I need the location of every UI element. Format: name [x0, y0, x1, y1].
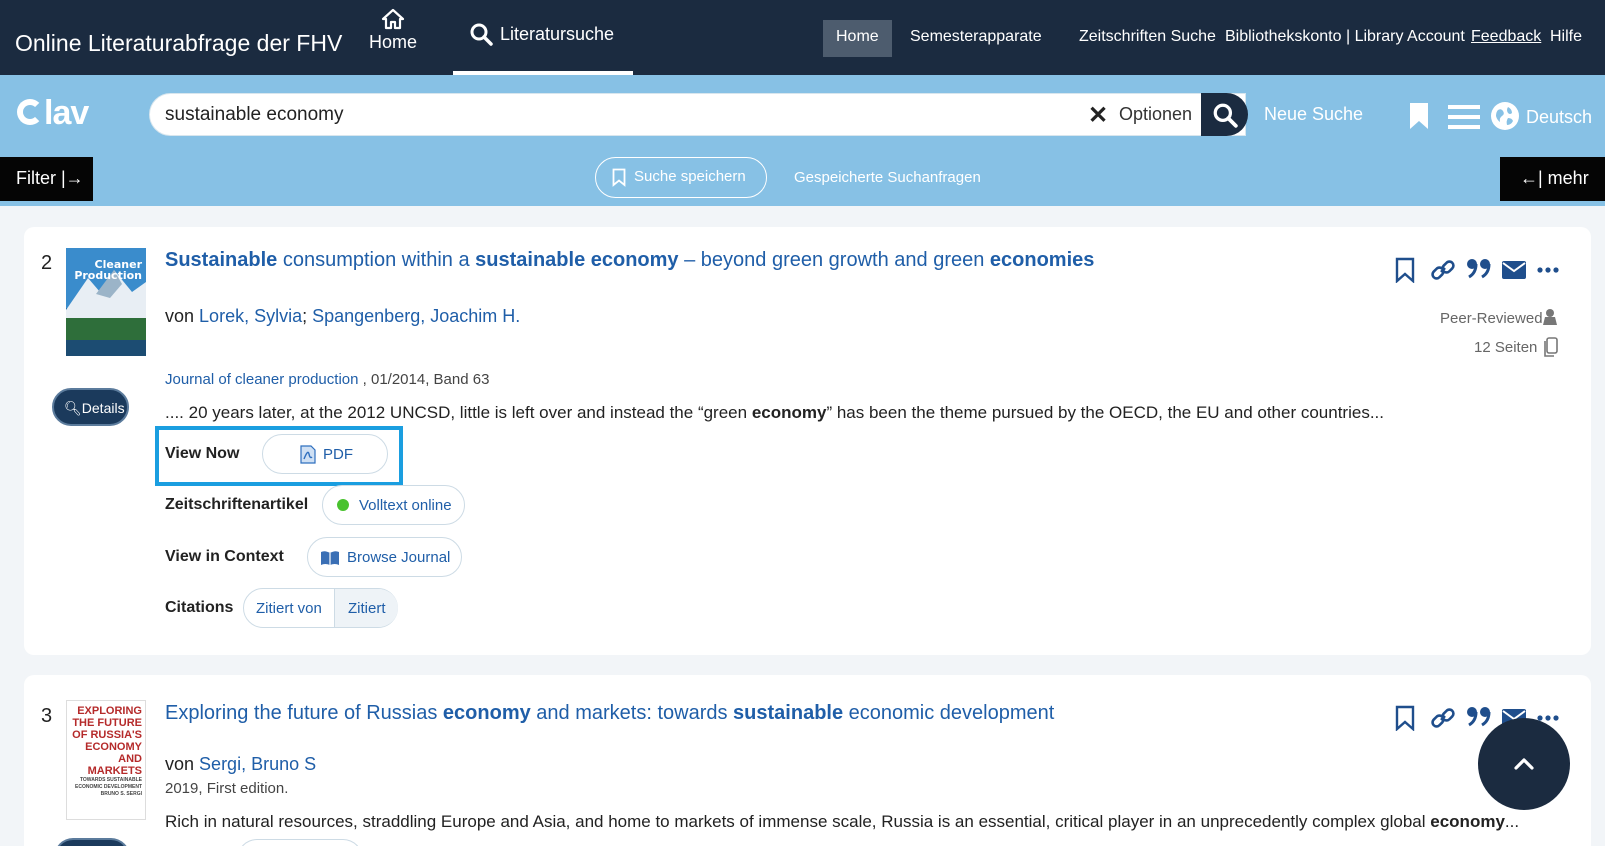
cover-title-line: Production — [74, 269, 142, 282]
title-part: – beyond green growth and green — [678, 249, 990, 271]
source-line: Journal of cleaner production , 01/2014,… — [165, 371, 489, 388]
result-snippet: Rich in natural resources, straddling Eu… — [165, 812, 1520, 831]
saved-searches-link[interactable]: Gespeicherte Suchanfragen — [794, 169, 981, 186]
peer-reviewed-label: Peer-Reviewed — [1440, 310, 1543, 327]
view-now-label: View Now — [165, 445, 240, 462]
new-search-link[interactable]: Neue Suche — [1264, 104, 1363, 125]
issue-info: , 01/2014, Band 63 — [358, 371, 490, 388]
bookmark-icon[interactable] — [1408, 101, 1430, 131]
result-snippet: .... 20 years later, at the 2012 UNCSD, … — [165, 403, 1384, 422]
magnifier-icon: 🔍︎ — [64, 400, 82, 416]
author-link[interactable]: Lorek, Sylvia — [199, 306, 302, 326]
view-in-context-label: View in Context — [165, 548, 284, 565]
citations-group: Zitiert von Zitiert — [243, 588, 398, 628]
cited-by-button[interactable]: Zitiert von — [256, 600, 322, 617]
more-options-icon[interactable] — [1537, 267, 1559, 273]
site-title: Online Literaturabfrage der FHV — [15, 30, 343, 56]
nav-literatursuche[interactable]: Literatursuche — [453, 22, 633, 75]
email-icon[interactable] — [1502, 261, 1526, 279]
author-link[interactable]: Spangenberg, Joachim H. — [312, 306, 520, 326]
cover-image[interactable]: EXPLORING THE FUTURE OF RUSSIA'S ECONOMY… — [66, 700, 146, 820]
details-label: Details — [81, 400, 125, 416]
available-status-icon — [337, 499, 349, 511]
title-part: economy — [442, 702, 531, 724]
chevron-up-icon — [1514, 758, 1534, 770]
pdf-button[interactable] — [237, 839, 363, 846]
pdf-button[interactable]: PDF — [262, 434, 388, 474]
top-link-home[interactable]: Home — [823, 20, 892, 57]
result-title[interactable]: Sustainable consumption within a sustain… — [165, 249, 1094, 272]
pdf-icon — [300, 445, 316, 464]
browse-journal-button[interactable]: Browse Journal — [307, 537, 462, 577]
home-icon — [381, 8, 405, 30]
details-button[interactable]: 🔍︎Details — [52, 388, 129, 426]
pages-label: 12 Seiten — [1474, 339, 1538, 356]
top-link-library-account[interactable]: Bibliothekskonto | Library Account — [1225, 28, 1465, 46]
cites-button[interactable]: Zitiert — [348, 600, 386, 617]
author-link[interactable]: Sergi, Bruno S — [199, 754, 316, 774]
title-part: and markets: towards — [530, 702, 734, 724]
logo-mark-icon — [17, 99, 43, 125]
top-navigation-bar: Online Literaturabfrage der FHV Home Lit… — [0, 0, 1605, 75]
nav-literatursuche-label: Literatursuche — [500, 24, 615, 44]
menu-icon[interactable] — [1448, 104, 1480, 130]
top-link-semesterapparate[interactable]: Semesterapparate — [910, 28, 1042, 46]
title-part: Exploring the future of Russias — [165, 702, 443, 724]
fulltext-online-button[interactable]: Volltext online — [322, 485, 465, 525]
search-icon — [1213, 103, 1238, 128]
result-number: 3 — [41, 705, 53, 727]
pdf-label: PDF — [323, 446, 353, 463]
link-icon[interactable] — [1430, 257, 1456, 283]
save-search-label: Suche speichern — [634, 168, 746, 185]
pages-icon — [1544, 337, 1558, 357]
title-part: economies — [989, 249, 1095, 271]
details-button[interactable] — [54, 838, 130, 846]
quote-icon[interactable] — [1466, 258, 1492, 280]
type-label: Zeitschriftenartikel — [165, 496, 309, 513]
quote-icon[interactable] — [1466, 706, 1492, 728]
language-selector[interactable]: Deutsch — [1526, 107, 1592, 128]
logo[interactable]: lav — [17, 94, 89, 133]
title-part: economic development — [843, 702, 1055, 724]
search-button[interactable] — [1201, 93, 1248, 136]
search-input[interactable]: sustainable economy ✕ Optionen — [149, 93, 1246, 136]
top-link-hilfe[interactable]: Hilfe — [1550, 28, 1582, 46]
citations-label: Citations — [165, 599, 234, 616]
edition-info: 2019, First edition. — [165, 780, 289, 797]
nav-home-label: Home — [368, 32, 417, 52]
filter-button[interactable]: Filter |→ — [0, 157, 93, 201]
result-authors: von Lorek, Sylvia; Spangenberg, Joachim … — [165, 306, 521, 326]
more-button[interactable]: ←| mehr — [1500, 157, 1605, 201]
save-search-button[interactable]: Suche speichern — [595, 157, 767, 198]
result-title[interactable]: Exploring the future of Russias economy … — [165, 702, 1054, 725]
browse-journal-label: Browse Journal — [347, 549, 451, 566]
bookmark-icon[interactable] — [1395, 257, 1415, 283]
search-query-text[interactable]: sustainable economy — [165, 104, 344, 126]
peer-reviewed-icon — [1543, 309, 1557, 325]
title-part: consumption within a — [277, 249, 476, 271]
bookmark-outline-icon — [612, 168, 626, 187]
title-part: sustainable — [733, 702, 844, 724]
nav-home[interactable]: Home — [364, 8, 422, 53]
bookmark-icon[interactable] — [1395, 705, 1415, 731]
clear-icon[interactable]: ✕ — [1088, 101, 1108, 130]
link-icon[interactable] — [1430, 705, 1456, 731]
journal-link[interactable]: Journal of cleaner production — [165, 371, 358, 388]
top-link-zeitschriften-suche[interactable]: Zeitschriften Suche — [1079, 28, 1216, 46]
top-link-feedback[interactable]: Feedback — [1471, 28, 1541, 46]
title-part: Sustainable — [165, 249, 278, 271]
open-book-icon — [321, 551, 339, 565]
cover-image[interactable]: Cleaner Production — [66, 248, 146, 356]
search-icon — [470, 23, 493, 46]
result-authors: von Sergi, Bruno S — [165, 754, 317, 774]
search-options-button[interactable]: Optionen — [1119, 104, 1192, 125]
scroll-to-top-button[interactable] — [1478, 718, 1570, 810]
result-number: 2 — [41, 252, 53, 274]
globe-icon[interactable] — [1490, 101, 1520, 131]
title-part: sustainable economy — [475, 249, 679, 271]
fulltext-label: Volltext online — [359, 497, 452, 514]
